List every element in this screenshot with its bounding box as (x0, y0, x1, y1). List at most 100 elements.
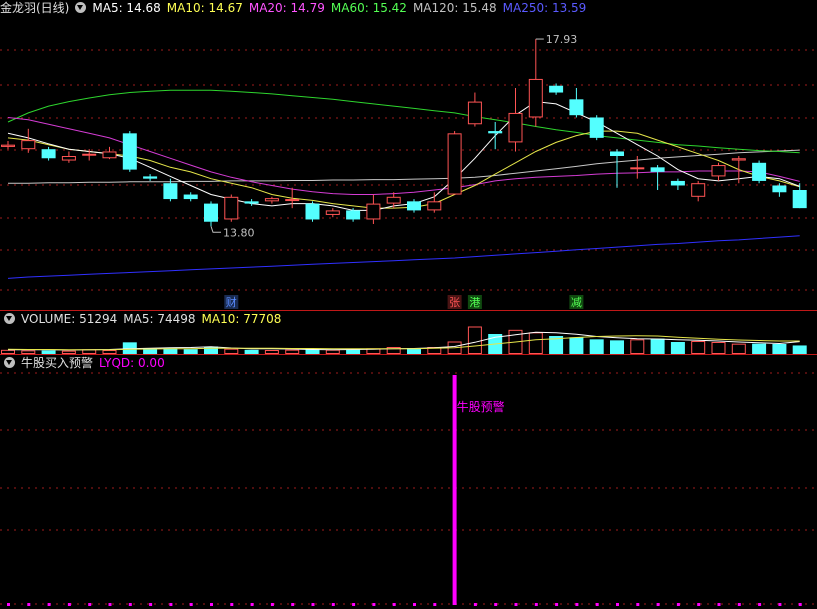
candle-body-up (467, 101, 482, 125)
lyqd-zero-point (717, 603, 721, 606)
lyqd-label: LYQD: 0.00 (99, 356, 165, 370)
volume-bar-up (467, 326, 482, 354)
candle-body-down (41, 149, 56, 159)
lyqd-zero-point (189, 603, 193, 606)
volume-bar-down (183, 349, 198, 354)
lyqd-zero-point (758, 603, 762, 606)
candle-body-up (427, 201, 442, 211)
volume-bar-down (792, 345, 807, 354)
candle-body-down (549, 85, 564, 93)
candle-body-up (386, 196, 401, 204)
low-pointer (210, 226, 221, 233)
lyqd-zero-point (534, 603, 538, 606)
volume-bar-down (589, 339, 604, 354)
volume-bar-down (569, 337, 584, 354)
dropdown-icon[interactable] (75, 2, 87, 13)
lyqd-zero-point (169, 603, 173, 606)
candle-body-down (407, 201, 421, 211)
candle-body-up (711, 165, 726, 177)
volume-bar-up (691, 341, 706, 354)
signal-label: 牛股预警 (457, 399, 505, 414)
lyqd-zero-point (128, 603, 132, 606)
candle-body-down (610, 151, 624, 156)
candle-body-down (244, 201, 259, 204)
lyqd-zero-point (514, 603, 518, 606)
volume-ma10-label: MA10: 77708 (201, 312, 282, 326)
ma10-label: MA10: 14.67 (166, 1, 243, 15)
candle-body-down (143, 176, 158, 179)
volume-bar-down (772, 344, 787, 354)
main-panel-header: 金龙羽(日线) MA5: 14.68 MA10: 14.67 MA20: 14.79 M… (0, 0, 592, 16)
candle-body-up (224, 196, 239, 220)
volume-bar-up (731, 343, 746, 354)
candle-body-up (366, 203, 381, 220)
dropdown-icon[interactable] (4, 313, 15, 324)
lyqd-zero-point (392, 603, 396, 606)
candle-body-down (650, 167, 665, 172)
ma20-label: MA20: 14.79 (248, 1, 325, 15)
lyqd-zero-point (656, 603, 660, 606)
lyqd-zero-point (697, 603, 701, 606)
candle-body-down (346, 210, 361, 220)
lyqd-zero-point (433, 603, 437, 606)
lyqd-zero-point (331, 603, 335, 606)
volume-bar-down (610, 340, 624, 354)
candle-body-up (508, 112, 523, 143)
indicator-title[interactable]: 牛股买入预警 (21, 356, 93, 370)
ma250-line (7, 235, 800, 279)
volume-bar-up (224, 348, 239, 354)
candle-body-up (691, 183, 706, 197)
high-price-label: 17.93 (546, 33, 578, 46)
volume-ma5-label: MA5: 74498 (123, 312, 196, 326)
volume-bar-up (711, 342, 726, 354)
volume-bar-down (670, 342, 685, 354)
volume-bar-up (61, 350, 76, 354)
volume-panel-header: VOLUME: 51294 MA5: 74498 MA10: 77708 (0, 311, 287, 327)
stock-name[interactable]: 金龙羽(日线) (0, 1, 69, 15)
volume-bar-down (244, 349, 259, 354)
volume-bar-up (102, 350, 117, 354)
lyqd-zero-point (270, 603, 274, 606)
volume-label: VOLUME: 51294 (21, 312, 118, 326)
lyqd-zero-point (210, 603, 213, 606)
candle-body-down (183, 194, 198, 200)
lyqd-zero-point (108, 603, 112, 606)
volume-bar-up (1, 349, 15, 355)
candle-body-down (488, 131, 503, 134)
candle-body-down (569, 99, 584, 116)
lyqd-zero-point (352, 603, 356, 606)
volume-bar-up (630, 339, 645, 355)
candle-body-down (772, 185, 787, 193)
event-marker-港: 港 (469, 296, 480, 309)
event-marker-财: 财 (226, 295, 237, 309)
chart-canvas[interactable]: 17.93 13.80 财 张港 减牛股预警 (0, 0, 817, 609)
volume-bar-down (752, 343, 767, 354)
stock-chart-window: 17.93 13.80 财 张港 减牛股预警 金龙羽(日线) MA5: 14.68 MA10… (0, 0, 817, 609)
event-marker-张: 张 (449, 296, 460, 309)
volume-bar-up (82, 349, 97, 355)
lyqd-zero-point (676, 603, 680, 606)
lyqd-zero-point (595, 603, 599, 606)
lyqd-zero-point (778, 603, 782, 606)
candle-body-up (447, 133, 462, 195)
candle-body-up (731, 158, 746, 161)
volume-bar-up (21, 350, 36, 355)
candle-body-up (102, 151, 117, 159)
candle-body-down (752, 162, 767, 181)
lyqd-zero-point (88, 603, 92, 606)
candle-body-up (1, 144, 15, 147)
candle-body-up (21, 140, 36, 150)
lyqd-zero-point (372, 603, 376, 606)
lyqd-zero-point (555, 603, 559, 606)
lyqd-zero-point (7, 603, 10, 606)
lyqd-zero-point (798, 603, 802, 606)
volume-bar-up (528, 332, 543, 355)
lyqd-zero-point (47, 603, 51, 606)
lyqd-zero-point (291, 603, 295, 606)
lyqd-zero-point (636, 603, 640, 606)
ma250-label: MA250: 13.59 (502, 1, 587, 15)
low-price-label: 13.80 (223, 226, 255, 239)
dropdown-icon[interactable] (4, 357, 15, 368)
volume-bar-up (285, 349, 300, 354)
volume-bar-down (204, 346, 218, 354)
